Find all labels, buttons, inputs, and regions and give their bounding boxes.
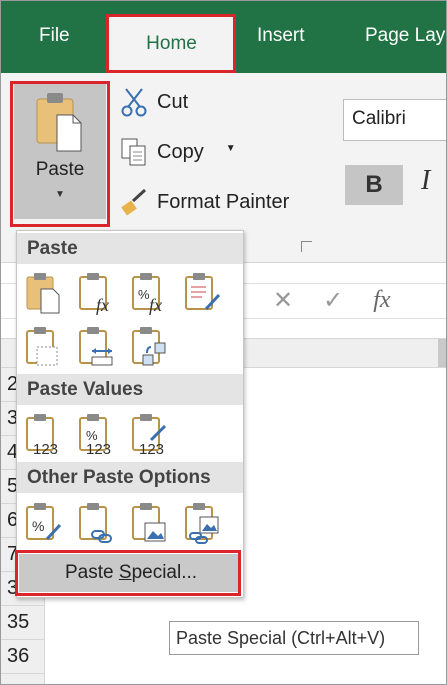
bold-button[interactable]: B xyxy=(345,165,403,205)
transpose-icon[interactable] xyxy=(131,325,169,369)
copy-icon xyxy=(119,137,149,167)
tab-insert[interactable]: Insert xyxy=(257,25,305,47)
format-painter-label: Format Painter xyxy=(157,190,290,213)
format-painter-button[interactable]: Format Painter xyxy=(119,187,289,217)
chevron-down-icon: ▼ xyxy=(55,189,65,200)
paste-special-tooltip: Paste Special (Ctrl+Alt+V) xyxy=(169,621,419,655)
clipboard-dialog-launcher-icon[interactable] xyxy=(301,241,312,252)
tab-page-layout[interactable]: Page Lay xyxy=(365,25,445,47)
paste-special-button[interactable]: Paste Special... xyxy=(19,554,241,592)
section-header-paste-values: Paste Values xyxy=(17,374,243,405)
paste-icon[interactable] xyxy=(25,271,63,315)
ribbon-tab-bar: File Home Insert Page Lay xyxy=(1,1,446,73)
row-header[interactable]: 36 xyxy=(1,640,45,674)
copy-dropdown-icon[interactable]: ▼ xyxy=(226,143,236,154)
copy-button[interactable]: Copy ▼ xyxy=(119,137,236,167)
svg-text:%: % xyxy=(32,518,44,534)
paste-icons-row-2 xyxy=(25,325,169,369)
tab-file[interactable]: File xyxy=(39,25,70,47)
paste-special-accelerator: S xyxy=(118,562,132,583)
svg-text:123: 123 xyxy=(86,441,111,456)
keep-source-formatting-icon[interactable] xyxy=(184,271,222,315)
paste-button[interactable]: Paste ▼ xyxy=(14,83,106,219)
formatting-icon[interactable]: % xyxy=(25,501,63,545)
clipboard-paste-icon xyxy=(36,93,82,152)
enter-check-icon[interactable]: ✓ xyxy=(323,286,343,315)
values-source-formatting-icon[interactable]: 123 xyxy=(131,412,169,458)
svg-text:fx: fx xyxy=(96,295,109,315)
column-scroll-edge xyxy=(438,339,446,367)
paste-options-menu: Paste fx % fx Paste Values 123 % 123 123… xyxy=(16,230,244,598)
paste-label: Paste xyxy=(35,159,85,180)
tab-home[interactable]: Home xyxy=(108,15,235,73)
row-header[interactable]: 35 xyxy=(1,606,45,640)
linked-picture-icon[interactable] xyxy=(184,501,222,545)
section-header-paste: Paste xyxy=(17,233,243,264)
cut-button[interactable]: Cut xyxy=(119,87,188,117)
svg-text:fx: fx xyxy=(149,295,162,315)
other-paste-icons-row: % xyxy=(25,501,222,545)
italic-button[interactable]: I xyxy=(421,165,430,197)
insert-function-icon[interactable]: fx xyxy=(373,287,390,314)
scissors-icon xyxy=(119,87,149,117)
excel-window: File Home Insert Page Lay Paste ▼ Cut Co… xyxy=(0,0,447,685)
paste-icons-row-1: fx % fx xyxy=(25,271,222,315)
cancel-icon[interactable]: ✕ xyxy=(273,286,293,315)
paste-picture-icon[interactable] xyxy=(131,501,169,545)
svg-text:123: 123 xyxy=(139,441,164,456)
section-header-other-paste-options: Other Paste Options xyxy=(17,462,243,493)
font-name-box[interactable]: Calibri xyxy=(343,99,446,141)
paste-formulas-number-formatting-icon[interactable]: % fx xyxy=(131,271,169,315)
paintbrush-icon xyxy=(119,187,149,217)
svg-text:123: 123 xyxy=(33,441,58,456)
paste-special-label-rest: pecial... xyxy=(131,562,198,583)
paste-values-icons-row: 123 % 123 123 xyxy=(25,412,169,458)
no-borders-icon[interactable] xyxy=(25,325,63,369)
copy-label: Copy xyxy=(157,140,204,163)
paste-link-icon[interactable] xyxy=(78,501,116,545)
formula-bar-buttons: ✕ ✓ fx xyxy=(251,283,446,317)
paste-special-label-prefix: Paste xyxy=(65,562,119,583)
paste-values-icon[interactable]: 123 xyxy=(25,412,63,458)
keep-source-column-widths-icon[interactable] xyxy=(78,325,116,369)
values-number-formatting-icon[interactable]: % 123 xyxy=(78,412,116,458)
paste-formulas-icon[interactable]: fx xyxy=(78,271,116,315)
cut-label: Cut xyxy=(157,90,189,113)
